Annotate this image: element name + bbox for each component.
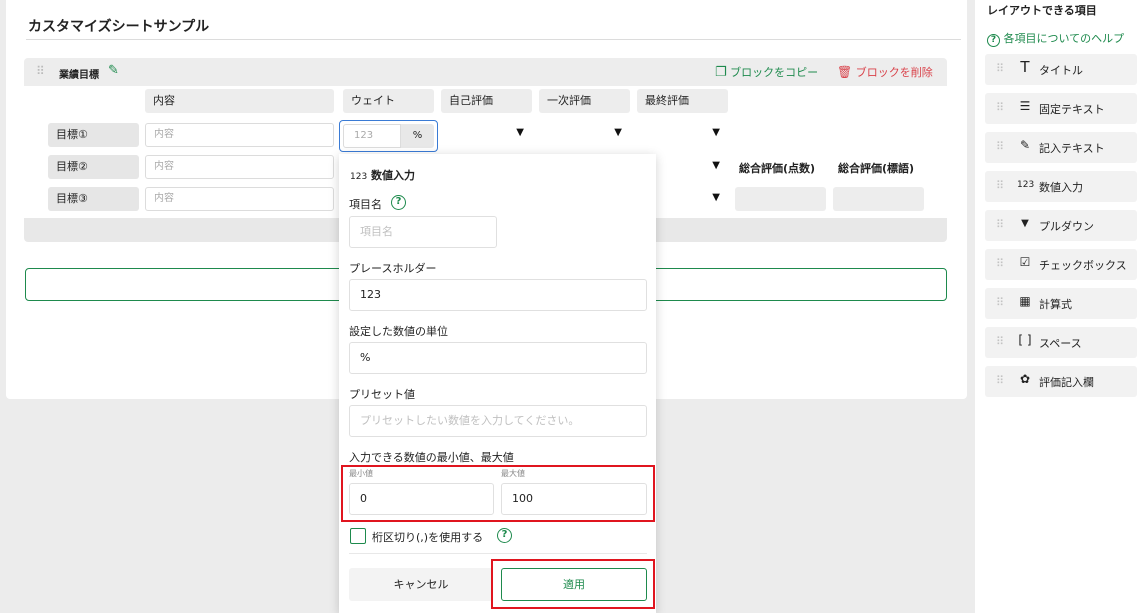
help-question-icon[interactable]: ? <box>391 194 406 210</box>
number-123-icon: 123 <box>1017 180 1035 190</box>
sidebar-item-text-entry[interactable]: ⠿ ✎ 記入テキスト <box>985 132 1137 163</box>
copy-icon: ❐ <box>715 65 727 80</box>
cancel-button[interactable]: キャンセル <box>349 568 493 601</box>
min-value-input[interactable]: 0 <box>349 483 494 515</box>
first-eval-dropdown[interactable]: ▼ <box>539 122 630 146</box>
max-value-input[interactable]: 100 <box>501 483 647 515</box>
question-icon: ? <box>987 34 1000 47</box>
sidebar-item-label: スペース <box>1039 337 1082 350</box>
sidebar-item-number[interactable]: ⠿ 123 数値入力 <box>985 171 1137 202</box>
item-name-label: 項目名 <box>349 198 382 211</box>
sidebar-item-fixed-text[interactable]: ⠿ ☰ 固定テキスト <box>985 93 1137 124</box>
caret-down-icon: ▼ <box>614 127 622 138</box>
separator-checkbox[interactable] <box>350 528 366 544</box>
max-label: 最大値 <box>501 469 525 478</box>
sidebar-item-space[interactable]: ⠿ [ ] スペース <box>985 327 1137 358</box>
row-label: 目標③ <box>48 187 139 211</box>
help-link[interactable]: ? 各項目についてのヘルプ <box>987 30 1124 47</box>
drag-handle-icon: ⠿ <box>996 140 1004 153</box>
block-name: 業績目標 <box>59 70 99 81</box>
page-title: カスタマイズシートサンプル <box>28 19 210 35</box>
content-input[interactable]: 内容 <box>145 187 334 211</box>
item-name-input[interactable]: 項目名 <box>349 216 497 248</box>
help-link-label: 各項目についてのヘルプ <box>1003 32 1125 45</box>
placeholder-input[interactable]: 123 <box>349 279 647 311</box>
sidebar-item-label: プルダウン <box>1039 220 1094 233</box>
caret-down-icon: ▼ <box>712 127 720 138</box>
separator-label: 桁区切り(,)を使用する <box>372 531 484 544</box>
space-bracket-icon: [ ] <box>1018 333 1032 347</box>
checkbox-icon: ☑ <box>1019 255 1031 269</box>
sidebar-item-title[interactable]: ⠿ T タイトル <box>985 54 1137 85</box>
drag-handle-icon: ⠿ <box>996 179 1004 192</box>
row-label: 目標② <box>48 155 139 179</box>
weight-input[interactable]: 123 <box>343 124 401 148</box>
self-eval-dropdown[interactable]: ▼ <box>441 122 532 146</box>
copy-block-label: ブロックをコピー <box>730 66 819 79</box>
content-input[interactable]: 内容 <box>145 155 334 179</box>
column-header-self-eval: 自己評価 <box>441 89 532 113</box>
column-header-first-eval: 一次評価 <box>539 89 630 113</box>
drag-handle-icon: ⠿ <box>996 335 1004 348</box>
help-question-icon[interactable]: ? <box>497 527 512 543</box>
sidebar-item-label: 評価記入欄 <box>1039 376 1094 389</box>
drag-handle-icon: ⠿ <box>996 296 1004 309</box>
unit-input[interactable]: % <box>349 342 647 374</box>
caret-down-icon: ▼ <box>712 192 720 203</box>
calculator-icon: ▦ <box>1019 294 1031 308</box>
preset-label: プリセット値 <box>349 388 415 401</box>
content-input[interactable]: 内容 <box>145 123 334 147</box>
row-label: 目標① <box>48 123 139 147</box>
sidebar-item-label: タイトル <box>1039 64 1083 77</box>
drag-handle-icon: ⠿ <box>996 257 1004 270</box>
footer-divider <box>349 553 647 554</box>
final-eval-dropdown[interactable]: ▼ <box>637 122 728 146</box>
sidebar-item-checkbox[interactable]: ⠿ ☑ チェックボックス <box>985 249 1137 280</box>
popup-heading-text: 数値入力 <box>371 169 416 182</box>
edit-pencil-icon[interactable]: ✎ <box>108 63 119 78</box>
caret-down-icon: ▼ <box>712 160 720 171</box>
evaluation-icon: ✿ <box>1019 372 1031 386</box>
total-score-header: 総合評価(点数) <box>739 162 816 175</box>
unit-label: 設定した数値の単位 <box>349 325 448 338</box>
drag-handle-icon: ⠿ <box>996 101 1004 114</box>
sidebar-item-label: 固定テキスト <box>1039 103 1105 116</box>
column-header-content: 内容 <box>145 89 334 113</box>
total-grade-header: 総合評価(標語) <box>838 162 915 175</box>
total-grade-field <box>833 187 924 211</box>
min-label: 最小値 <box>349 469 373 478</box>
trash-icon: 🗑 <box>837 65 853 79</box>
sidebar-item-evaluation[interactable]: ⠿ ✿ 評価記入欄 <box>985 366 1137 397</box>
sidebar-item-dropdown[interactable]: ⠿ ▼ プルダウン <box>985 210 1137 241</box>
popup-heading: 123 数値入力 <box>350 167 415 183</box>
preset-input[interactable]: プリセットしたい数値を入力してください。 <box>349 405 647 437</box>
sidebar-title: レイアウトできる項目 <box>987 4 1097 17</box>
sidebar-item-label: 計算式 <box>1039 298 1072 311</box>
sidebar-item-label: 記入テキスト <box>1039 142 1105 155</box>
drag-handle-icon: ⠿ <box>996 62 1004 75</box>
title-divider <box>26 39 961 40</box>
column-header-weight: ウェイト <box>343 89 434 113</box>
delete-block-label: ブロックを削除 <box>855 66 933 79</box>
dropdown-icon: ▼ <box>1021 218 1029 229</box>
total-score-field <box>735 187 826 211</box>
text-entry-icon: ✎ <box>1019 138 1031 152</box>
delete-block-button[interactable]: 🗑 ブロックを削除 <box>837 64 933 80</box>
sidebar-item-calculation[interactable]: ⠿ ▦ 計算式 <box>985 288 1137 319</box>
column-header-final-eval: 最終評価 <box>637 89 728 113</box>
range-label: 入力できる数値の最小値、最大値 <box>349 451 514 464</box>
drag-handle-icon[interactable]: ⠿ <box>36 64 45 78</box>
number-123-icon: 123 <box>350 172 368 182</box>
weight-unit: % <box>401 124 434 148</box>
placeholder-label: プレースホルダー <box>349 262 437 275</box>
caret-down-icon: ▼ <box>516 127 524 138</box>
drag-handle-icon: ⠿ <box>996 374 1004 387</box>
apply-button[interactable]: 適用 <box>501 568 647 601</box>
sidebar-item-label: チェックボックス <box>1039 259 1127 272</box>
title-T-icon: T <box>1020 58 1030 76</box>
sidebar-item-label: 数値入力 <box>1039 181 1083 194</box>
fixed-text-icon: ☰ <box>1019 99 1031 113</box>
drag-handle-icon: ⠿ <box>996 218 1004 231</box>
copy-block-button[interactable]: ❐ ブロックをコピー <box>715 64 818 80</box>
